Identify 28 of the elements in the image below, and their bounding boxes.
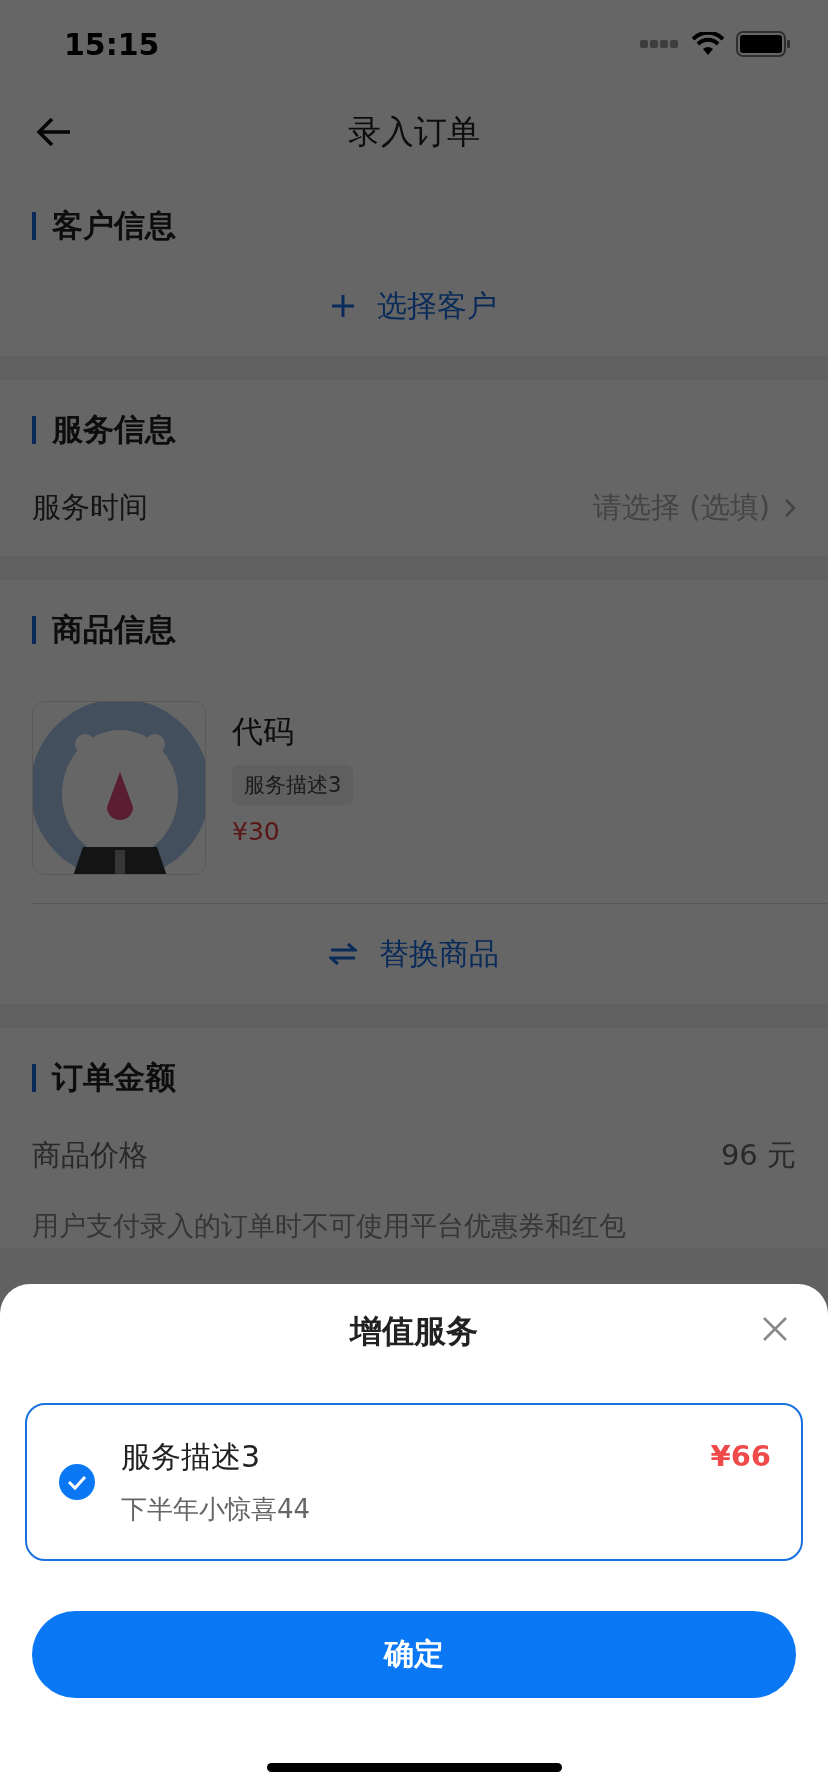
option-description: 下半年小惊喜44 — [121, 1493, 312, 1526]
product-tag: 服务描述3 — [232, 765, 354, 805]
swap-icon — [329, 942, 357, 966]
close-icon[interactable] — [762, 1316, 788, 1342]
page-title: 录入订单 — [348, 110, 480, 153]
plus-icon — [331, 294, 355, 318]
product-name: 代码 — [232, 712, 294, 751]
battery-icon — [736, 31, 792, 57]
option-name: 服务描述3 — [121, 1438, 262, 1476]
chevron-right-icon — [784, 498, 796, 518]
section-title: 服务信息 — [52, 410, 176, 449]
status-time: 15:15 — [64, 26, 160, 62]
option-price: ¥66 — [710, 1439, 771, 1473]
checked-circle-icon — [59, 1464, 95, 1500]
section-title: 客户信息 — [52, 206, 176, 245]
confirm-button[interactable]: 确定 — [32, 1611, 796, 1698]
signal-icon — [640, 39, 680, 49]
back-arrow-icon[interactable] — [36, 116, 72, 148]
product-price: ¥30 — [232, 817, 280, 846]
replace-product-button[interactable]: 替换商品 — [0, 904, 828, 1004]
price-label: 商品价格 — [32, 1137, 148, 1174]
select-customer-button[interactable]: 选择客户 — [0, 256, 828, 356]
section-title: 商品信息 — [52, 610, 176, 649]
service-option[interactable]: 服务描述3 下半年小惊喜44 ¥66 — [25, 1403, 803, 1561]
wifi-icon — [692, 32, 724, 56]
section-title: 订单金额 — [52, 1058, 176, 1097]
sheet-title: 增值服务 — [350, 1311, 478, 1352]
price-value: 96 元 — [720, 1137, 796, 1174]
